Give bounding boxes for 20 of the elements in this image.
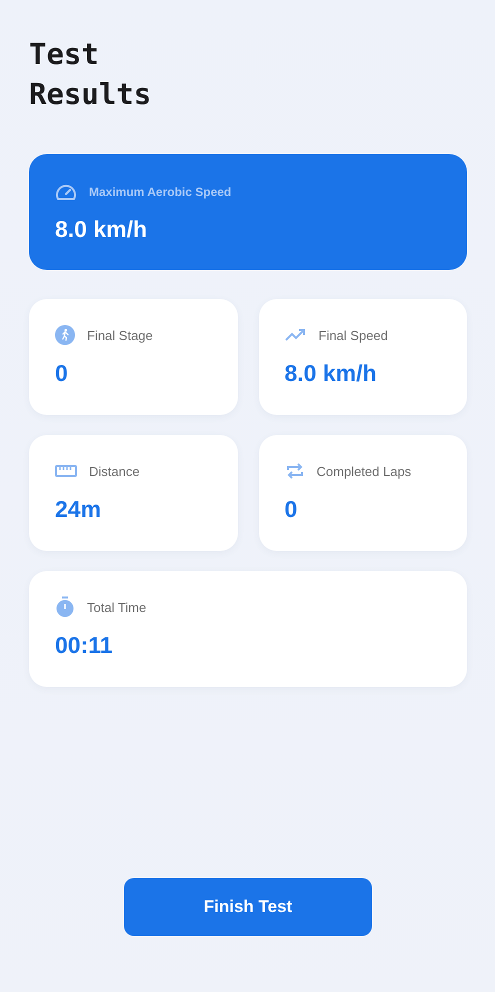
stat-value: 8.0 km/h: [55, 216, 148, 243]
stat-value: 0: [55, 360, 69, 387]
stat-value: 24m: [55, 496, 102, 523]
runner-icon: [55, 325, 75, 345]
stat-label: Distance: [89, 464, 140, 478]
stat-label: Final Stage: [87, 328, 153, 342]
stat-label: Maximum Aerobic Speed: [89, 185, 232, 199]
stat-label: Total Time: [87, 600, 146, 614]
page-title: Test Results: [29, 36, 152, 113]
stat-value: 0: [284, 496, 298, 523]
stat-value: 00:11: [55, 632, 114, 659]
stat-label: Completed Laps: [316, 464, 412, 478]
finish-button[interactable]: Finish Test: [124, 878, 372, 936]
speedometer-icon: [55, 183, 77, 201]
repeat-icon: [284, 461, 304, 481]
stat-value: 8.0 km/h: [284, 360, 378, 387]
stopwatch-icon: [55, 596, 75, 618]
stat-label: Final Speed: [318, 328, 388, 342]
ruler-icon: [55, 465, 77, 477]
trend-up-icon: [284, 328, 306, 342]
